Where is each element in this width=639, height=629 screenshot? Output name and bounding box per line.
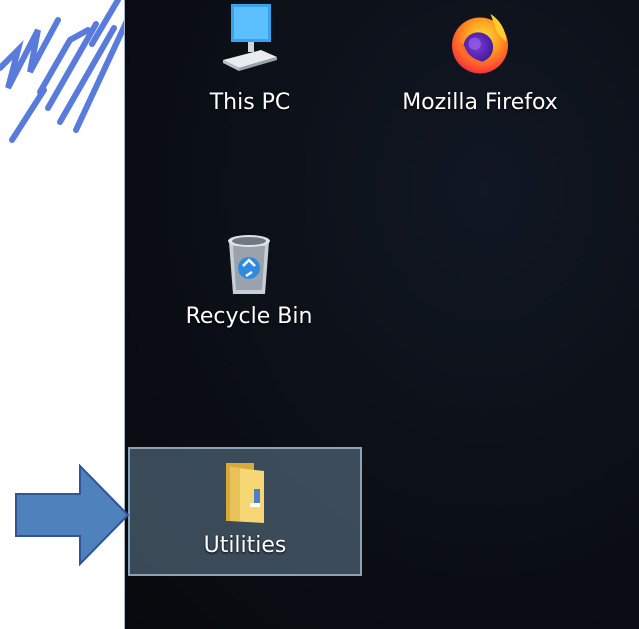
screenshot-page: This PC Mozilla Firefox Recycle Bin Util…: [0, 0, 639, 629]
icon-label: Recycle Bin: [185, 304, 313, 329]
icon-label: Utilities: [203, 533, 287, 558]
folder-icon: [210, 457, 280, 527]
desktop-icon-firefox[interactable]: Mozilla Firefox: [375, 0, 585, 116]
pointer-arrow-icon: [15, 464, 130, 566]
desktop-icon-utilities[interactable]: Utilities: [128, 447, 362, 576]
this-pc-icon: [215, 0, 285, 84]
desktop-icon-this-pc[interactable]: This PC: [175, 0, 325, 116]
recycle-bin-icon: [214, 228, 284, 298]
desktop-icon-recycle-bin[interactable]: Recycle Bin: [149, 222, 349, 330]
icon-label: Mozilla Firefox: [402, 90, 558, 115]
icon-label: This PC: [209, 90, 291, 115]
firefox-icon: [445, 0, 515, 84]
desktop-area: This PC Mozilla Firefox Recycle Bin Util…: [124, 0, 639, 629]
